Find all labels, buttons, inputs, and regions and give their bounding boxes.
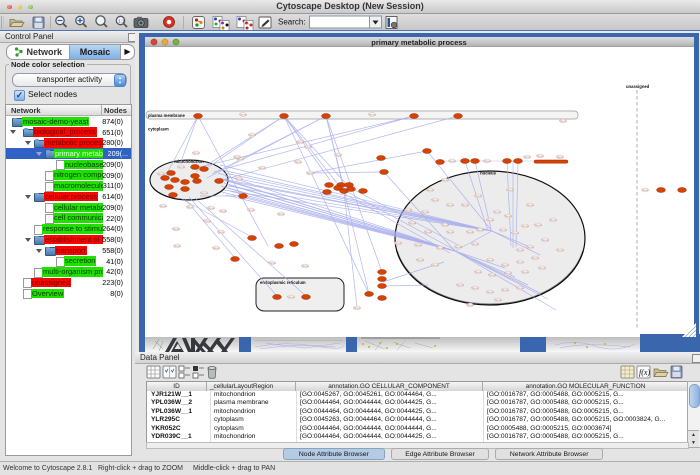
svg-text:Yxx-xx: Yxx-xx bbox=[466, 304, 474, 307]
svg-text:Yxx-xx: Yxx-xx bbox=[536, 155, 544, 158]
svg-text:Yxx-xx: Yxx-xx bbox=[353, 307, 361, 310]
svg-text:Yxx-xx: Yxx-xx bbox=[474, 195, 482, 198]
svg-text:Yxx-xx: Yxx-xx bbox=[538, 267, 546, 270]
svg-text:Yxx-xx: Yxx-xx bbox=[466, 231, 474, 234]
svg-text:Yxx-xx: Yxx-xx bbox=[414, 244, 422, 247]
svg-text:Yxx-xx: Yxx-xx bbox=[541, 239, 549, 242]
svg-text:Yxx-xx: Yxx-xx bbox=[268, 262, 276, 265]
svg-text:mitochondrion: mitochondrion bbox=[174, 159, 204, 164]
svg-text:Yxx-xx: Yxx-xx bbox=[559, 120, 567, 123]
svg-text:Yxx-xx: Yxx-xx bbox=[172, 228, 180, 231]
svg-text:Yxx-xx: Yxx-xx bbox=[499, 229, 507, 232]
svg-text:Yxx-xx: Yxx-xx bbox=[549, 219, 557, 222]
svg-text:Yxx-xx: Yxx-xx bbox=[334, 154, 342, 157]
svg-text:Yxx-xx: Yxx-xx bbox=[426, 189, 434, 192]
svg-text:Yxx-xx: Yxx-xx bbox=[493, 211, 501, 214]
svg-text:Yxx-xx: Yxx-xx bbox=[521, 225, 529, 228]
svg-text:Yxx-xx: Yxx-xx bbox=[511, 232, 519, 235]
svg-text:Yxx-xx: Yxx-xx bbox=[235, 178, 243, 181]
svg-text:Yxx-xx: Yxx-xx bbox=[294, 161, 302, 164]
svg-text:Yxx-xx: Yxx-xx bbox=[233, 156, 241, 159]
svg-text:Yxx-xx: Yxx-xx bbox=[304, 146, 312, 149]
svg-text:Yxx-xx: Yxx-xx bbox=[448, 160, 456, 163]
svg-text:Yxx-xx: Yxx-xx bbox=[441, 224, 449, 227]
svg-text:Yxx-xx: Yxx-xx bbox=[526, 246, 534, 249]
svg-text:Yxx-xx: Yxx-xx bbox=[446, 204, 454, 207]
svg-text:Yxx-xx: Yxx-xx bbox=[207, 207, 215, 210]
svg-text:1:1: 1:1 bbox=[118, 19, 125, 24]
svg-text:Yxx-xx: Yxx-xx bbox=[431, 199, 439, 202]
svg-text:Yxx-xx: Yxx-xx bbox=[641, 189, 649, 192]
svg-text:Yxx-xx: Yxx-xx bbox=[486, 219, 494, 222]
svg-text:Yxx-xx: Yxx-xx bbox=[556, 249, 564, 252]
svg-text:Yxx-xx: Yxx-xx bbox=[217, 231, 225, 234]
svg-text:Yxx-xx: Yxx-xx bbox=[488, 274, 496, 277]
svg-text:Yxx-xx: Yxx-xx bbox=[523, 156, 531, 159]
svg-text:Yxx-xx: Yxx-xx bbox=[404, 209, 412, 212]
svg-text:Yxx-xx: Yxx-xx bbox=[476, 229, 484, 232]
svg-text:Yxx-xx: Yxx-xx bbox=[521, 271, 529, 274]
svg-text:f(x): f(x) bbox=[639, 368, 650, 377]
svg-text:Yxx-xx: Yxx-xx bbox=[203, 220, 211, 223]
svg-text:Yxx-xx: Yxx-xx bbox=[247, 209, 255, 212]
svg-text:Yxx-xx: Yxx-xx bbox=[306, 172, 314, 175]
svg-text:nucleus: nucleus bbox=[480, 171, 496, 176]
svg-text:Yxx-xx: Yxx-xx bbox=[471, 287, 479, 290]
svg-text:Yxx-xx: Yxx-xx bbox=[394, 242, 402, 245]
svg-text:Yxx-xx: Yxx-xx bbox=[408, 222, 416, 225]
svg-text:Yxx-xx: Yxx-xx bbox=[501, 289, 509, 292]
svg-text:cytoplasm: cytoplasm bbox=[148, 127, 169, 132]
svg-text:Yxx-xx: Yxx-xx bbox=[368, 113, 376, 116]
svg-text:Yxx-xx: Yxx-xx bbox=[526, 204, 534, 207]
svg-text:Yxx-xx: Yxx-xx bbox=[506, 189, 514, 192]
svg-text:Yxx-xx: Yxx-xx bbox=[504, 272, 512, 275]
svg-text:Yxx-xx: Yxx-xx bbox=[516, 249, 524, 252]
svg-text:Yxx-xx: Yxx-xx bbox=[248, 134, 256, 137]
svg-text:Yxx-xx: Yxx-xx bbox=[192, 152, 200, 155]
svg-text:Yxx-xx: Yxx-xx bbox=[456, 284, 464, 287]
svg-text:Yxx-xx: Yxx-xx bbox=[177, 166, 185, 169]
svg-text:Yxx-xx: Yxx-xx bbox=[200, 192, 208, 195]
svg-text:Yxx-xx: Yxx-xx bbox=[486, 291, 494, 294]
svg-text:Yxx-xx: Yxx-xx bbox=[436, 247, 444, 250]
svg-text:Yxx-xx: Yxx-xx bbox=[258, 167, 266, 170]
svg-text:Yxx-xx: Yxx-xx bbox=[471, 243, 479, 246]
svg-text:Yxx-xx: Yxx-xx bbox=[504, 215, 512, 218]
svg-text:Yxx-xx: Yxx-xx bbox=[486, 259, 494, 262]
svg-text:Yxx-xx: Yxx-xx bbox=[296, 141, 304, 144]
svg-text:Yxx-xx: Yxx-xx bbox=[186, 206, 194, 209]
svg-text:Yxx-xx: Yxx-xx bbox=[431, 264, 439, 267]
svg-text:Yxx-xx: Yxx-xx bbox=[173, 245, 181, 248]
svg-text:Yxx-xx: Yxx-xx bbox=[287, 296, 295, 299]
svg-text:Yxx-xx: Yxx-xx bbox=[474, 271, 482, 274]
svg-text:unassigned: unassigned bbox=[626, 84, 650, 89]
svg-text:Yxx-xx: Yxx-xx bbox=[424, 231, 432, 234]
svg-text:Yxx-xx: Yxx-xx bbox=[441, 179, 449, 182]
svg-text:Yxx-xx: Yxx-xx bbox=[461, 204, 469, 207]
svg-text:Yxx-xx: Yxx-xx bbox=[556, 156, 564, 159]
svg-text:Yxx-xx: Yxx-xx bbox=[219, 210, 227, 213]
svg-text:Yxx-xx: Yxx-xx bbox=[516, 287, 524, 290]
svg-text:Yxx-xx: Yxx-xx bbox=[301, 265, 309, 268]
svg-text:Yxx-xx: Yxx-xx bbox=[454, 246, 462, 249]
svg-text:Yxx-xx: Yxx-xx bbox=[159, 205, 167, 208]
svg-text:Yxx-xx: Yxx-xx bbox=[421, 211, 429, 214]
svg-text:Yxx-xx: Yxx-xx bbox=[239, 113, 247, 116]
svg-text:Yxx-xx: Yxx-xx bbox=[494, 299, 502, 302]
svg-text:Yxx-xx: Yxx-xx bbox=[534, 224, 542, 227]
svg-text:Search:: Search: bbox=[278, 18, 306, 27]
svg-text:Yxx-xx: Yxx-xx bbox=[516, 261, 524, 264]
svg-text:Yxx-xx: Yxx-xx bbox=[483, 160, 491, 163]
svg-text:Yxx-xx: Yxx-xx bbox=[531, 257, 539, 260]
svg-text:primary metabolic process: primary metabolic process bbox=[371, 38, 466, 47]
svg-text:plasma membrane: plasma membrane bbox=[148, 113, 185, 118]
svg-text:Yxx-xx: Yxx-xx bbox=[446, 231, 454, 234]
svg-text:Yxx-xx: Yxx-xx bbox=[501, 264, 509, 267]
svg-text:Yxx-xx: Yxx-xx bbox=[212, 247, 220, 250]
svg-text:Yxx-xx: Yxx-xx bbox=[277, 213, 285, 216]
svg-text:Yxx-xx: Yxx-xx bbox=[416, 259, 424, 262]
